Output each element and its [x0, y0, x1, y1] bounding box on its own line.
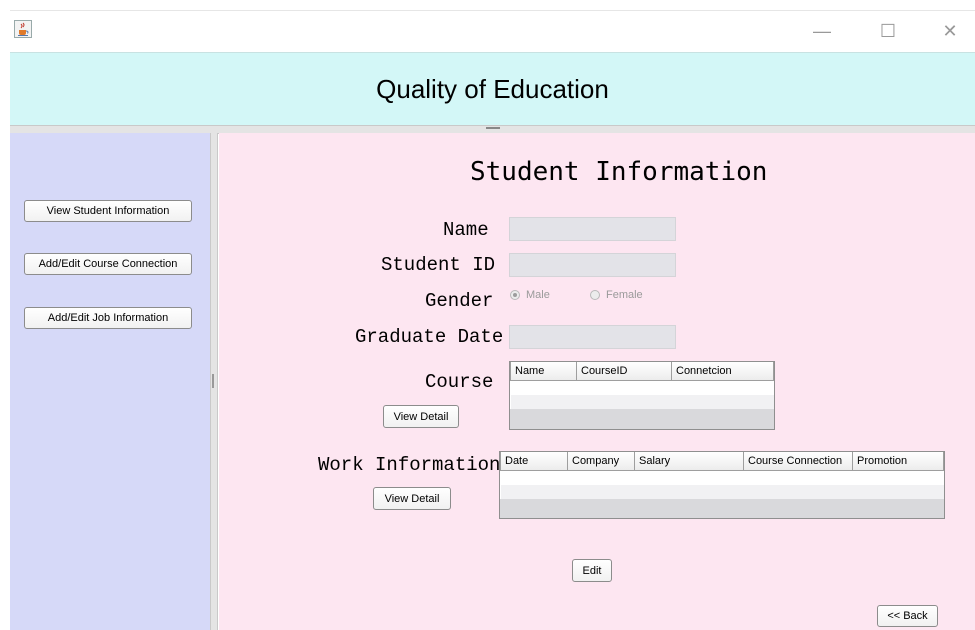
minimize-icon[interactable]: — — [800, 10, 844, 52]
table-row[interactable] — [500, 485, 944, 499]
course-view-detail-button[interactable]: View Detail — [383, 405, 459, 428]
radio-unselected-icon — [590, 290, 600, 300]
student-id-label: Student ID — [381, 254, 496, 276]
gender-label: Gender — [425, 290, 494, 312]
name-label: Name — [443, 219, 489, 241]
java-cup-icon[interactable] — [14, 20, 32, 38]
add-edit-job-information-button[interactable]: Add/Edit Job Information — [24, 307, 192, 329]
back-button[interactable]: << Back — [877, 605, 938, 627]
radio-selected-icon — [510, 290, 520, 300]
view-student-information-button[interactable]: View Student Information — [24, 200, 192, 222]
name-field[interactable] — [509, 217, 676, 241]
work-col-promotion[interactable]: Promotion — [852, 452, 944, 471]
work-col-salary[interactable]: Salary — [634, 452, 744, 471]
course-col-connection[interactable]: Connetcion — [671, 362, 774, 381]
close-icon[interactable]: ✕ — [928, 10, 972, 52]
graduate-date-field[interactable] — [509, 325, 676, 349]
gender-female-radio[interactable]: Female — [590, 289, 643, 301]
maximize-icon[interactable]: ☐ — [866, 10, 910, 52]
page-title: Student Information — [470, 157, 768, 187]
work-col-course-connection[interactable]: Course Connection — [743, 452, 853, 471]
splitter-grip-icon — [486, 127, 500, 129]
graduate-date-label: Graduate Date — [355, 326, 504, 348]
app-header: Quality of Education — [10, 52, 975, 126]
course-table[interactable]: Name CourseID Connetcion — [509, 361, 775, 430]
student-id-field[interactable] — [509, 253, 676, 277]
course-label: Course — [425, 371, 494, 393]
work-information-label: Work Information — [318, 454, 501, 476]
gender-male-radio[interactable]: Male — [510, 289, 550, 301]
work-view-detail-button[interactable]: View Detail — [373, 487, 451, 510]
table-row[interactable] — [511, 381, 774, 396]
work-col-date[interactable]: Date — [500, 452, 568, 471]
edit-button[interactable]: Edit — [572, 559, 612, 582]
work-col-company[interactable]: Company — [567, 452, 635, 471]
table-row[interactable] — [501, 471, 944, 486]
splitter-grip-icon — [212, 374, 214, 388]
gender-female-label: Female — [606, 289, 643, 301]
table-row[interactable] — [510, 395, 774, 409]
work-table[interactable]: Date Company Salary Course Connection Pr… — [499, 451, 945, 519]
course-col-name[interactable]: Name — [510, 362, 577, 381]
add-edit-course-connection-button[interactable]: Add/Edit Course Connection — [24, 253, 192, 275]
course-col-courseid[interactable]: CourseID — [576, 362, 672, 381]
gender-male-label: Male — [526, 289, 550, 301]
app-title: Quality of Education — [376, 73, 609, 104]
